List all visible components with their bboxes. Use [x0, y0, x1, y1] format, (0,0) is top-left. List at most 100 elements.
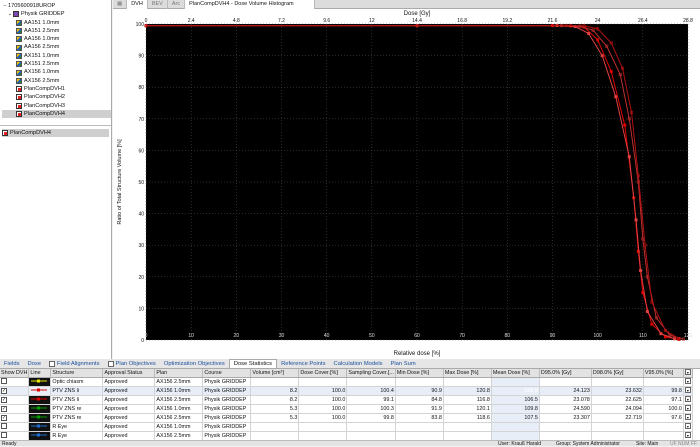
row-dropdown-cell[interactable]: ▾	[683, 377, 693, 387]
column-chooser-icon[interactable]: ▾	[684, 369, 691, 376]
tab-plan-sum[interactable]: Plan Sum	[387, 360, 420, 368]
cell-approval[interactable]: Approved	[102, 404, 156, 414]
tab-plan-objectives[interactable]: Plan Objectives	[104, 360, 160, 368]
row-dropdown-cell[interactable]: ▾	[683, 395, 693, 405]
column-header[interactable]: D98.0% [Gy]	[591, 369, 644, 378]
selected-comp-item[interactable]: PlanCompDVH4	[2, 129, 109, 138]
show-dvh-cell[interactable]	[0, 377, 30, 387]
column-header[interactable]: Volume [cm³]	[250, 369, 300, 378]
tab-dvh[interactable]: DVH	[127, 0, 148, 9]
table-row[interactable]: ✓ PTV ZNS re Approved AX156 1.0mm Physik GRI…	[0, 404, 693, 414]
cell-structure[interactable]: PTV ZNS li	[50, 386, 104, 396]
tree-plan-item[interactable]: AA151 1.0mm	[2, 19, 111, 27]
column-header[interactable]: Approval Status	[102, 369, 156, 378]
tab-dose[interactable]: Dose	[23, 360, 45, 368]
tab-fields[interactable]: Fields	[0, 360, 23, 368]
cell-approval[interactable]: Approved	[102, 377, 156, 387]
cell-approval[interactable]: Approved	[102, 431, 156, 440]
show-dvh-checkbox[interactable]	[1, 422, 7, 429]
table-row[interactable]: ✓ PTV ZNS li Approved AX156 2.5mm Physik GRI…	[0, 395, 693, 405]
cell-approval[interactable]: Approved	[102, 386, 156, 396]
cell-structure[interactable]: PTV ZNS re	[50, 404, 104, 414]
tree-plan-item[interactable]: AX151 1.0mm	[2, 52, 111, 60]
column-header[interactable]: Dose Cover.[%]	[298, 369, 348, 378]
show-dvh-cell[interactable]: ✓	[0, 413, 30, 423]
line-style-cell[interactable]	[28, 386, 52, 396]
show-dvh-cell[interactable]: ✓	[0, 395, 30, 405]
cell-structure[interactable]: R Eye	[50, 422, 104, 432]
table-row[interactable]: R Eye Approved AX156 1.0mm Physik GRIDDEP ▾	[0, 422, 693, 432]
show-dvh-checkbox[interactable]: ✓	[1, 387, 7, 394]
tree-plan-item[interactable]: AA151 2.5mm	[2, 27, 111, 35]
line-style-cell[interactable]	[28, 377, 52, 387]
row-dropdown-cell[interactable]: ▾	[683, 431, 693, 440]
show-dvh-checkbox[interactable]: ✓	[1, 414, 7, 421]
column-header[interactable]: Show DVH	[0, 369, 30, 378]
row-dropdown-icon[interactable]: ▾	[684, 423, 691, 429]
cell-approval[interactable]: Approved	[102, 395, 156, 405]
table-row[interactable]: Optic chiasm Approved AX156 2.5mm Physik GR…	[0, 377, 693, 387]
column-header[interactable]: Min Dose [%]	[395, 369, 444, 378]
column-chooser[interactable]: ▾	[683, 369, 693, 378]
tree-plancomp-item[interactable]: PlanCompDVH1	[2, 85, 111, 93]
column-header[interactable]: Sampling Cover.[...	[346, 369, 396, 378]
tree-plan-item[interactable]: AX151 2.5mm	[2, 60, 111, 68]
line-style-cell[interactable]	[28, 395, 52, 405]
cell-structure[interactable]: PTV ZNS li	[50, 395, 104, 405]
tab-checkbox[interactable]	[49, 361, 56, 367]
row-dropdown-icon[interactable]: ▾	[684, 387, 691, 393]
cell-structure[interactable]: PTV ZNS re	[50, 413, 104, 423]
line-style-cell[interactable]	[28, 413, 52, 423]
cell-approval[interactable]: Approved	[102, 413, 156, 423]
table-row[interactable]: ✓ PTV ZNS re Approved AX156 2.5mm Physik GRI…	[0, 413, 693, 423]
row-dropdown-cell[interactable]: ▾	[683, 386, 693, 396]
show-dvh-checkbox[interactable]: ✓	[1, 396, 7, 403]
table-row[interactable]: R Eye Approved AX156 2.5mm Physik GRIDDEP ▾	[0, 431, 693, 440]
column-header[interactable]: Mean Dose [%]	[491, 369, 540, 378]
column-header[interactable]: D95.0% [Gy]	[539, 369, 592, 378]
column-header[interactable]: Max Dose [%]	[443, 369, 492, 378]
tree-patient[interactable]: −1705600918UROP	[2, 2, 111, 10]
tree-plancomp-item[interactable]: PlanCompDVH2	[2, 93, 111, 101]
row-dropdown-icon[interactable]: ▾	[684, 414, 691, 420]
tab-dose-statistics[interactable]: Dose Statistics	[228, 359, 278, 368]
row-dropdown-cell[interactable]: ▾	[683, 422, 693, 432]
tree-plan-item[interactable]: AX156 2.5mm	[2, 77, 111, 85]
tab-arc[interactable]: Arc	[168, 0, 186, 9]
line-style-cell[interactable]	[28, 404, 52, 414]
tree-plancomp-item[interactable]: PlanCompDVH4	[2, 109, 111, 119]
tree-plan-item[interactable]: AA156 1.0mm	[2, 35, 111, 43]
line-style-cell[interactable]	[28, 431, 52, 440]
dvh-chart[interactable]: 00102.4204.8307.2409.650126014.47016.880…	[113, 9, 700, 359]
show-dvh-checkbox[interactable]	[1, 431, 7, 438]
row-dropdown-icon[interactable]: ▾	[684, 405, 691, 411]
tab-field-alignments[interactable]: Field Alignments	[45, 360, 104, 368]
grid-icon[interactable]: ▦	[113, 0, 128, 9]
tab-calculation-models[interactable]: Calculation Models	[330, 360, 387, 368]
show-dvh-cell[interactable]	[0, 422, 30, 432]
show-dvh-checkbox[interactable]: ✓	[1, 405, 7, 412]
tab-reference-points[interactable]: Reference Points	[277, 360, 329, 368]
row-dropdown-cell[interactable]: ▾	[683, 413, 693, 423]
row-dropdown-icon[interactable]: ▾	[684, 396, 691, 402]
tree-course[interactable]: ⌄ Physik GRIDDEP	[2, 10, 111, 18]
column-header[interactable]: Plan	[154, 369, 204, 378]
show-dvh-checkbox[interactable]	[1, 377, 7, 384]
tree-plan-item[interactable]: AX156 1.0mm	[2, 68, 111, 76]
line-style-cell[interactable]	[28, 422, 52, 432]
cell-structure[interactable]: R Eye	[50, 431, 104, 440]
show-dvh-cell[interactable]: ✓	[0, 404, 30, 414]
show-dvh-cell[interactable]	[0, 431, 30, 440]
column-header[interactable]: V95.0% [%]	[643, 369, 684, 378]
tab-optimization-objectives[interactable]: Optimization Objectives	[160, 360, 229, 368]
tab-bev[interactable]: BEV	[148, 0, 168, 9]
row-dropdown-icon[interactable]: ▾	[684, 378, 691, 384]
table-row[interactable]: ✓ PTV ZNS li Approved AX156 1.0mm Physik GRI…	[0, 386, 693, 396]
show-dvh-cell[interactable]: ✓	[0, 386, 30, 396]
tree-plancomp-item[interactable]: PlanCompDVH3	[2, 102, 111, 110]
cell-approval[interactable]: Approved	[102, 422, 156, 432]
cell-structure[interactable]: Optic chiasm	[50, 377, 104, 387]
tab-checkbox[interactable]	[107, 361, 114, 367]
row-dropdown-icon[interactable]: ▾	[684, 432, 691, 438]
tree-plan-item[interactable]: AA156 2.5mm	[2, 43, 111, 51]
